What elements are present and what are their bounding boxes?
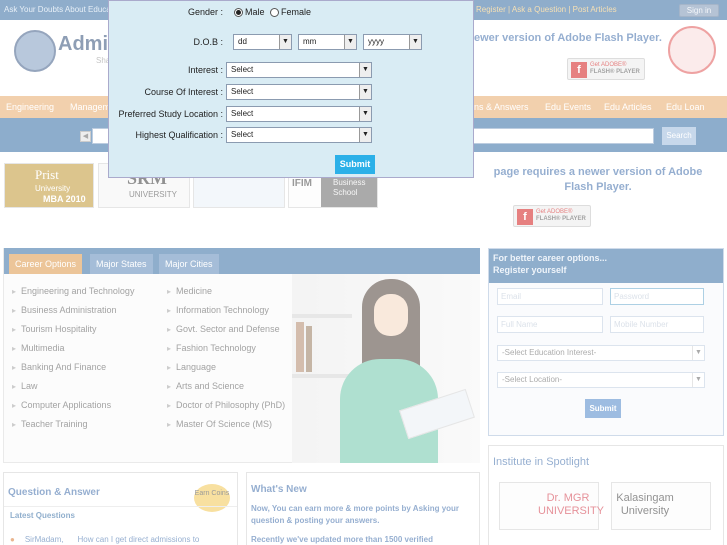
dob-month-select[interactable]: mm ▼ (298, 34, 357, 50)
chevron-down-icon: ▼ (409, 35, 421, 49)
course-value: Select (231, 87, 254, 96)
interest-select[interactable]: Select ▼ (226, 62, 372, 78)
chevron-down-icon: ▼ (359, 85, 371, 99)
chevron-down-icon: ▼ (344, 35, 356, 49)
dob-label: D.O.B : (193, 37, 223, 47)
study-location-select[interactable]: Select ▼ (226, 106, 372, 122)
dob-year-value: yyyy (368, 37, 384, 46)
modal-submit-button[interactable]: Submit (335, 155, 375, 174)
gender-male-radio[interactable] (234, 8, 243, 17)
interest-value: Select (231, 65, 254, 74)
course-select[interactable]: Select ▼ (226, 84, 372, 100)
dob-year-select[interactable]: yyyy ▼ (363, 34, 422, 50)
course-label: Course Of Interest : (144, 87, 223, 97)
study-location-label: Preferred Study Location : (118, 109, 223, 119)
chevron-down-icon: ▼ (359, 107, 371, 121)
gender-female-label[interactable]: Female (281, 7, 311, 17)
dob-day-select[interactable]: dd ▼ (233, 34, 292, 50)
dob-day-value: dd (238, 37, 247, 46)
gender-label: Gender : (187, 7, 223, 17)
qualification-select[interactable]: Select ▼ (226, 127, 372, 143)
chevron-down-icon: ▼ (279, 35, 291, 49)
gender-female-radio[interactable] (270, 8, 279, 17)
dob-month-value: mm (303, 37, 317, 46)
study-location-value: Select (231, 109, 254, 118)
registration-modal: Gender : Male Female D.O.B : dd ▼ mm ▼ y… (108, 0, 474, 178)
qualification-value: Select (231, 130, 254, 139)
interest-label: Interest : (187, 65, 223, 75)
gender-male-label[interactable]: Male (245, 7, 265, 17)
chevron-down-icon: ▼ (359, 128, 371, 142)
chevron-down-icon: ▼ (359, 63, 371, 77)
qualification-label: Highest Qualification : (135, 130, 223, 140)
